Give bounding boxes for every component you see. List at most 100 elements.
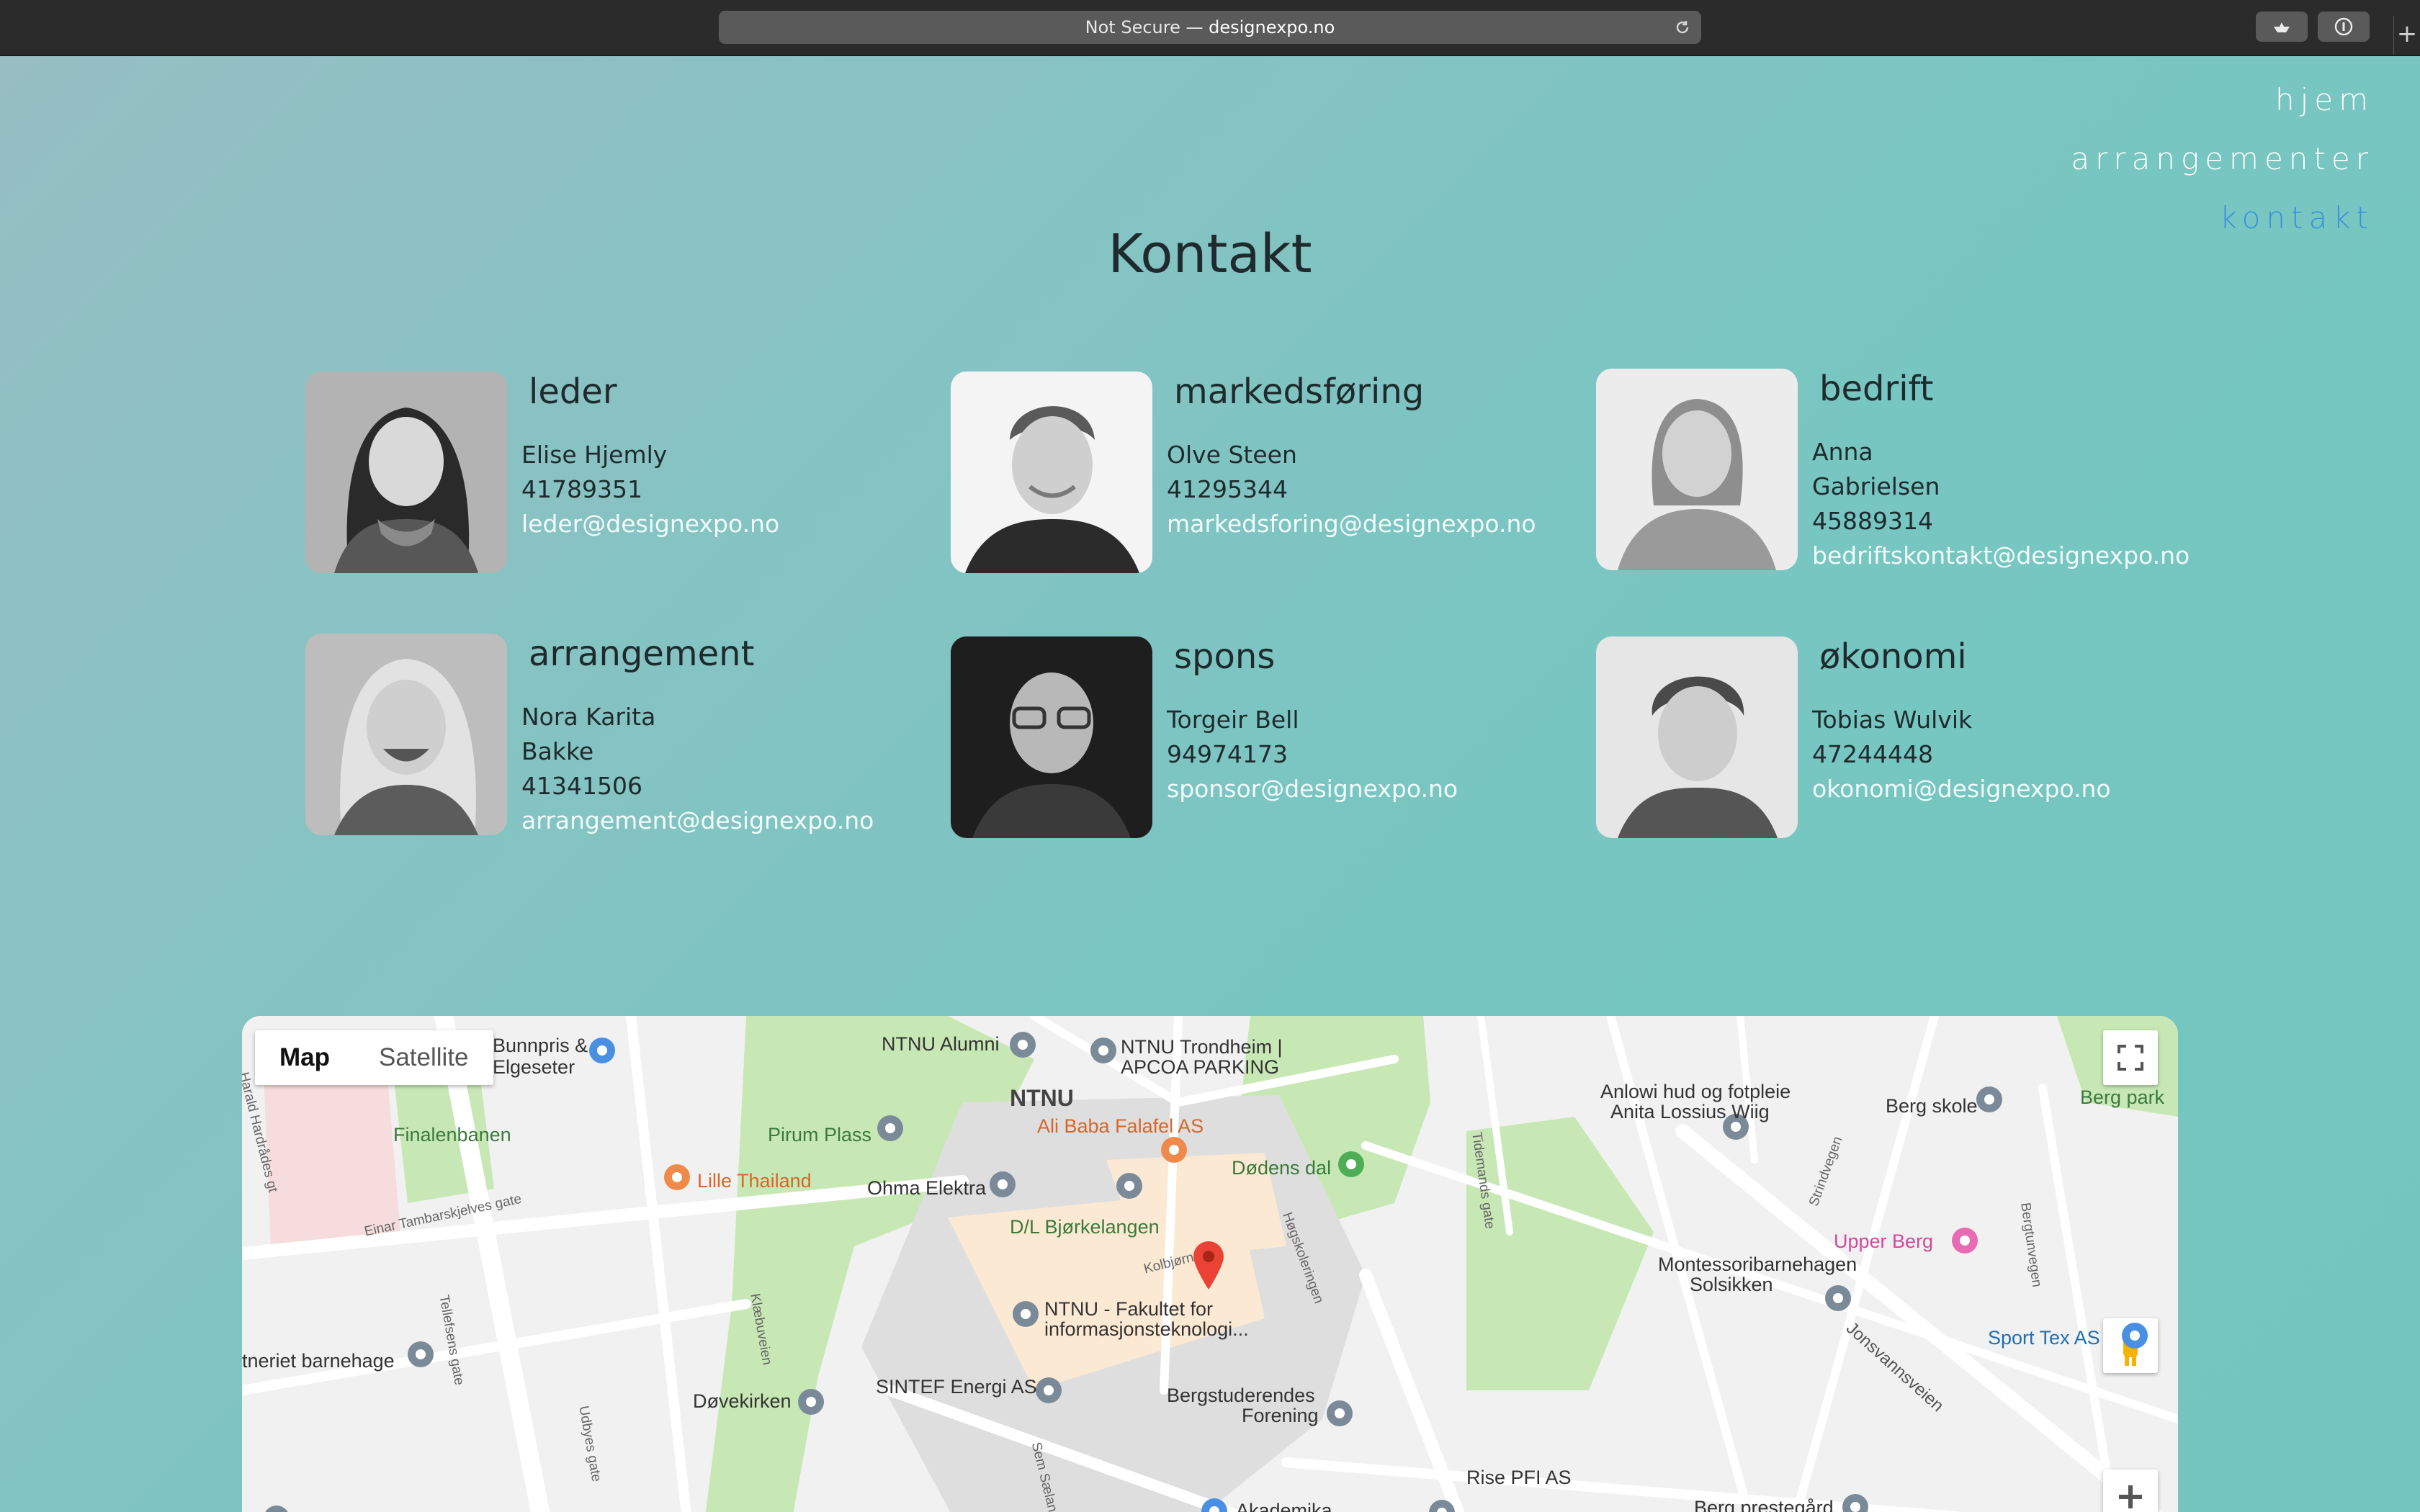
school-pin-icon[interactable] xyxy=(408,1341,434,1367)
new-tab-icon[interactable]: + xyxy=(2393,16,2420,55)
zoom-in-button[interactable] xyxy=(2103,1470,2158,1512)
address-security-text: Not Secure — xyxy=(1085,17,1209,37)
hotel-pin-icon[interactable] xyxy=(1952,1228,1978,1254)
poi-pin-icon[interactable] xyxy=(877,1115,903,1141)
extensions-button[interactable] xyxy=(2256,12,2308,42)
location-marker-icon[interactable] xyxy=(1192,1241,1225,1291)
church-pin-icon[interactable] xyxy=(798,1389,824,1415)
contact-phone: 45889314 xyxy=(1812,507,1933,535)
contact-role: arrangement xyxy=(529,634,755,674)
poi-pin-icon[interactable] xyxy=(990,1171,1016,1197)
school-pin-icon[interactable] xyxy=(1013,1301,1039,1327)
contact-name-line2: Gabrielsen xyxy=(1812,472,1940,500)
contact-photo xyxy=(305,372,507,573)
map-label[interactable]: D/L Bjørkelangen xyxy=(1010,1216,1160,1238)
restaurant-pin-icon[interactable] xyxy=(664,1164,690,1190)
contact-name: Nora Karita xyxy=(521,703,656,731)
map-label[interactable]: Elgeseter xyxy=(493,1056,575,1079)
map-label[interactable]: Forening xyxy=(1242,1405,1319,1427)
map-label[interactable]: NTNU Trondheim | xyxy=(1121,1036,1283,1058)
contact-photo xyxy=(951,636,1152,838)
contact-phone: 41341506 xyxy=(521,772,642,800)
map-label[interactable]: Berg prestegård xyxy=(1694,1497,1834,1512)
map-label[interactable]: Rise PFI AS xyxy=(1466,1467,1572,1489)
contact-role: leder xyxy=(529,372,617,412)
map-label[interactable]: Dødens dal xyxy=(1232,1157,1331,1179)
browser-toolbar: Not Secure — designexpo.no + xyxy=(0,0,2420,56)
fullscreen-button[interactable] xyxy=(2103,1030,2158,1085)
page: hjem arrangementer kontakt Kontakt leder… xyxy=(0,56,2420,1512)
map-label[interactable]: tneriet barnehage xyxy=(242,1350,395,1372)
map-label[interactable]: informasjonsteknologi... xyxy=(1044,1318,1249,1341)
contact-phone: 41295344 xyxy=(1167,475,1288,503)
map-label[interactable]: NTNU xyxy=(1010,1085,1074,1112)
contact-phone: 47244448 xyxy=(1812,740,1933,768)
poi-pin-icon[interactable] xyxy=(1010,1032,1036,1058)
map-label[interactable]: APCOA PARKING xyxy=(1121,1056,1279,1079)
park-pin-icon[interactable] xyxy=(1338,1151,1364,1177)
contact-card-leder: leder Elise Hjemly 41789351 leder@design… xyxy=(305,372,939,580)
map-label[interactable]: Ali Baba Falafel AS xyxy=(1037,1115,1204,1138)
reload-icon[interactable] xyxy=(1674,19,1691,36)
contact-photo xyxy=(1596,636,1798,838)
map-label[interactable]: NTNU - Fakultet for xyxy=(1044,1298,1213,1320)
map-label[interactable]: Upper Berg xyxy=(1834,1230,1933,1253)
contact-name: Torgeir Bell xyxy=(1167,706,1299,734)
plus-icon xyxy=(2119,1485,2142,1508)
shop-pin-icon[interactable] xyxy=(589,1038,615,1063)
map-type-map-button[interactable]: Map xyxy=(255,1030,354,1085)
address-host: designexpo.no xyxy=(1209,17,1335,37)
map-label[interactable]: Døvekirken xyxy=(693,1390,792,1413)
map-label[interactable]: Lille Thailand xyxy=(697,1170,812,1192)
nav-link-arrangementer[interactable]: arrangementer xyxy=(2071,130,2374,189)
map-label[interactable]: Berg park xyxy=(2080,1086,2164,1109)
contact-email[interactable]: okonomi@designexpo.no xyxy=(1812,772,2273,806)
nav-link-hjem[interactable]: hjem xyxy=(2071,71,2374,130)
contact-card-arrangement: arrangement Nora Karita Bakke 41341506 a… xyxy=(305,634,939,842)
map-label[interactable]: Sport Tex AS xyxy=(1988,1327,2100,1349)
poi-pin-icon[interactable] xyxy=(1825,1285,1851,1311)
contact-email[interactable]: arrangement@designexpo.no xyxy=(521,804,982,838)
contact-photo xyxy=(951,372,1152,573)
address-bar[interactable]: Not Secure — designexpo.no xyxy=(719,11,1701,44)
parking-pin-icon[interactable] xyxy=(1090,1038,1116,1063)
map-label[interactable]: Montessoribarnehagen xyxy=(1658,1254,1857,1276)
password-button[interactable] xyxy=(2318,12,2370,42)
map-type-satellite-button[interactable]: Satellite xyxy=(354,1030,493,1085)
contact-email[interactable]: bedriftskontakt@designexpo.no xyxy=(1812,539,2273,573)
contact-photo xyxy=(305,634,507,835)
map-label[interactable]: Ohma Elektra xyxy=(867,1177,986,1200)
map-label[interactable]: Bergstuderendes xyxy=(1167,1385,1315,1407)
contact-role: spons xyxy=(1174,636,1276,677)
poi-pin-icon[interactable] xyxy=(1327,1400,1353,1426)
map-label[interactable]: Anlowi hud og fotpleie xyxy=(1600,1081,1791,1103)
map-label[interactable]: NTNU Alumni xyxy=(882,1033,1000,1056)
camera-pin-icon[interactable] xyxy=(1116,1173,1142,1199)
poi-pin-icon[interactable] xyxy=(1036,1377,1062,1403)
map-type-control: Map Satellite xyxy=(255,1030,493,1085)
map-label[interactable]: SINTEF Energi AS xyxy=(876,1376,1037,1398)
contact-name: Tobias Wulvik xyxy=(1812,706,1973,734)
contact-name: Elise Hjemly xyxy=(521,441,668,469)
contact-email[interactable]: sponsor@designexpo.no xyxy=(1167,772,1628,806)
map-label[interactable]: Anita Lossius Wiig xyxy=(1610,1101,1770,1123)
shop-pin-icon[interactable] xyxy=(2122,1323,2148,1349)
google-map[interactable]: Map Satellite Bunnpris & Elgeseter NTNU … xyxy=(242,1016,2178,1512)
restaurant-pin-icon[interactable] xyxy=(1161,1137,1187,1163)
contact-photo xyxy=(1596,369,1798,570)
map-label[interactable]: Pirum Plass xyxy=(768,1124,871,1146)
contact-name: Olve Steen xyxy=(1167,441,1297,469)
map-label[interactable]: Akademika xyxy=(1236,1500,1332,1512)
map-label[interactable]: Finalenbanen xyxy=(393,1124,511,1146)
map-label[interactable]: Bunnpris & xyxy=(493,1035,588,1057)
map-label[interactable]: Solsikken xyxy=(1690,1274,1773,1296)
contact-phone: 94974173 xyxy=(1167,740,1288,768)
contact-card-markedsforing: markedsføring Olve Steen 41295344 marked… xyxy=(951,372,1585,580)
contact-email[interactable]: markedsforing@designexpo.no xyxy=(1167,507,1628,541)
map-label[interactable]: Berg skole xyxy=(1886,1095,1978,1117)
contact-phone: 41789351 xyxy=(521,475,642,503)
fullscreen-icon xyxy=(2118,1045,2143,1071)
school-pin-icon[interactable] xyxy=(1976,1086,2002,1112)
contact-email[interactable]: leder@designexpo.no xyxy=(521,507,982,541)
contact-name: Anna xyxy=(1812,438,1873,466)
